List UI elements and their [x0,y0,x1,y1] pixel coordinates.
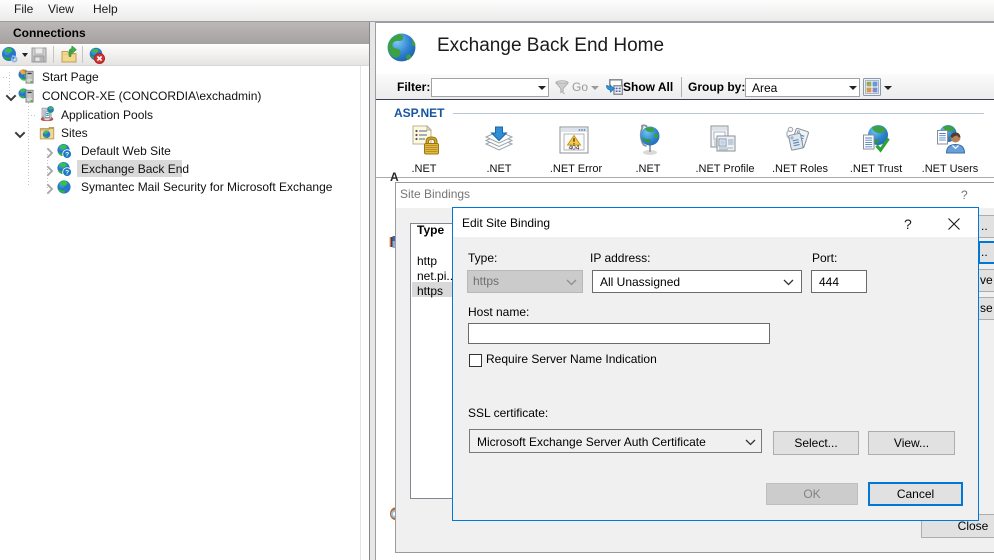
svg-text:404: 404 [569,145,580,152]
svg-text:?: ? [65,152,69,159]
svg-text:?: ? [65,170,69,177]
